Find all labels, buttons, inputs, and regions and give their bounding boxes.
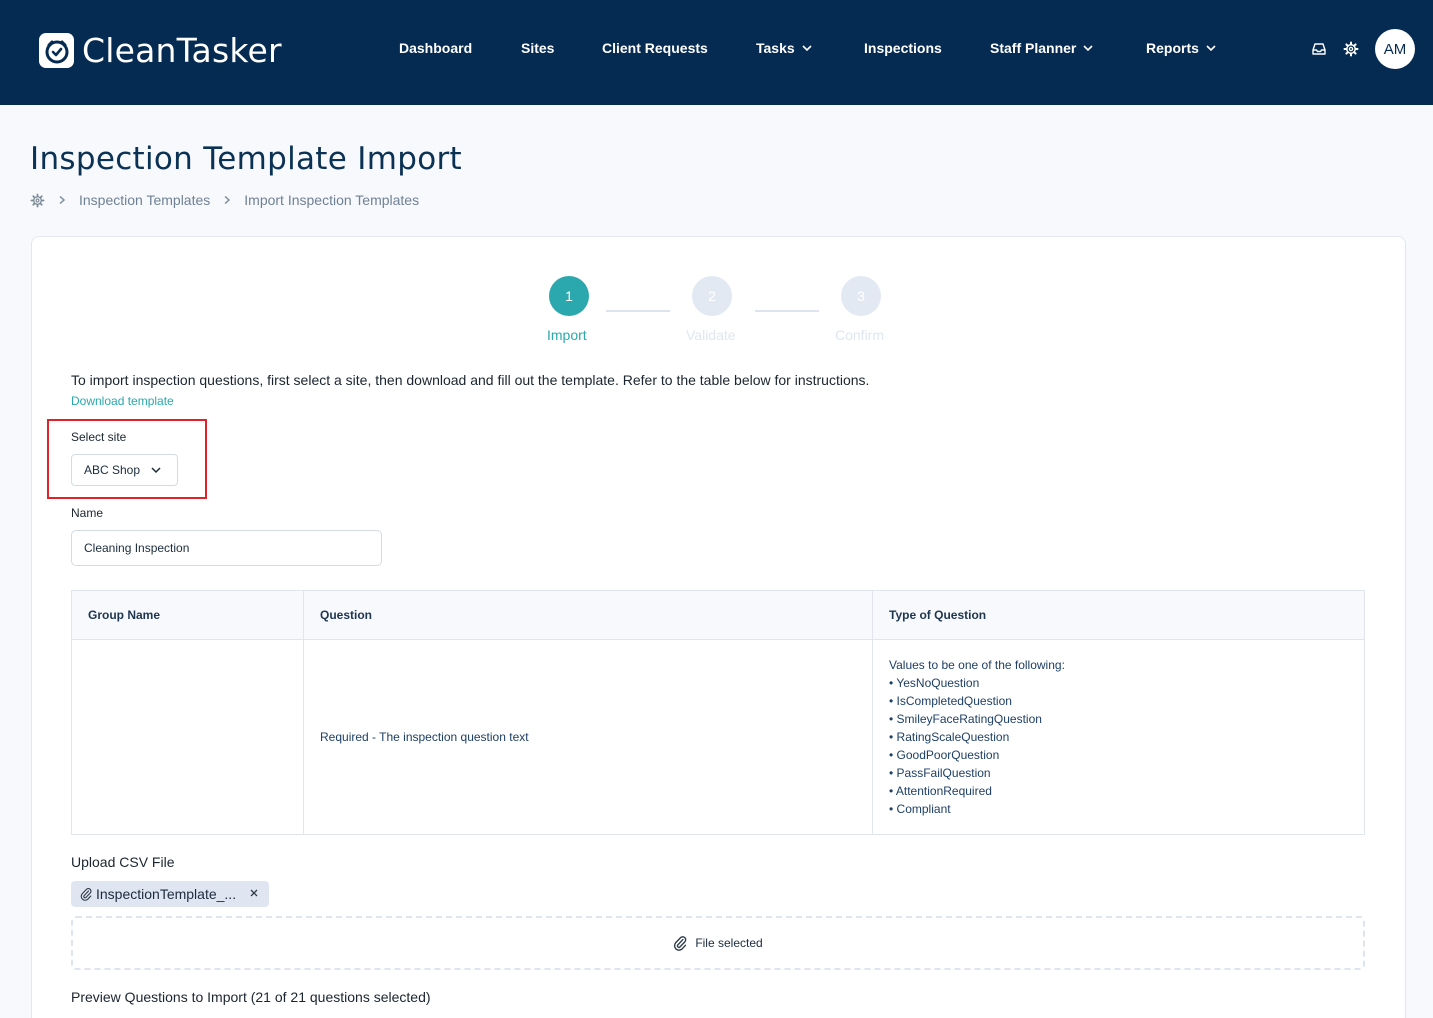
- chevron-down-icon: [151, 467, 161, 474]
- step-1-circle: 1: [549, 276, 589, 316]
- cell-question: Required - The inspection question text: [303, 639, 873, 835]
- breadcrumb-import-inspection-templates: Import Inspection Templates: [244, 192, 420, 208]
- nav-staff-planner-label: Staff Planner: [990, 40, 1077, 56]
- nav-sites[interactable]: Sites: [521, 40, 554, 56]
- list-item: YesNoQuestion: [889, 674, 1364, 692]
- preview-questions-heading: Preview Questions to Import (21 of 21 qu…: [71, 989, 431, 1005]
- list-item: AttentionRequired: [889, 782, 1364, 800]
- template-instructions-table: Group Name Question Type of Question Req…: [71, 590, 1365, 835]
- upload-csv-label: Upload CSV File: [71, 854, 175, 870]
- inbox-icon[interactable]: [1311, 41, 1327, 57]
- page-title: Inspection Template Import: [30, 141, 462, 177]
- list-item: Compliant: [889, 800, 1364, 818]
- gear-icon[interactable]: [30, 193, 45, 208]
- breadcrumb: Inspection Templates Import Inspection T…: [30, 192, 419, 208]
- nav-client-requests[interactable]: Client Requests: [602, 40, 708, 56]
- step-2-circle: 2: [692, 276, 732, 316]
- header-group-name: Group Name: [71, 590, 304, 640]
- paperclip-icon: [674, 936, 687, 951]
- brand-name: CleanTasker: [82, 31, 282, 70]
- site-select[interactable]: ABC Shop: [71, 454, 178, 486]
- user-avatar[interactable]: AM: [1375, 29, 1415, 69]
- selected-file-name: InspectionTemplate_...: [96, 886, 237, 902]
- selected-file-chip: InspectionTemplate_...: [71, 881, 269, 907]
- clock-check-logo-icon: [39, 33, 74, 68]
- step-3-label: Confirm: [835, 327, 885, 343]
- table-header-row: Group Name Question Type of Question: [71, 590, 1365, 640]
- nav-reports[interactable]: Reports: [1146, 40, 1217, 56]
- list-item: SmileyFaceRatingQuestion: [889, 710, 1364, 728]
- chevron-down-icon: [802, 45, 812, 52]
- nav-inspections[interactable]: Inspections: [864, 40, 942, 56]
- import-instructions: To import inspection questions, first se…: [71, 372, 870, 388]
- list-item: PassFailQuestion: [889, 764, 1364, 782]
- list-item: IsCompletedQuestion: [889, 692, 1364, 710]
- file-dropzone[interactable]: File selected: [71, 916, 1365, 970]
- top-navigation-bar: CleanTasker Dashboard Sites Client Reque…: [0, 0, 1433, 105]
- download-template-link[interactable]: Download template: [71, 394, 174, 408]
- nav-tasks-label: Tasks: [756, 40, 795, 56]
- step-3-circle: 3: [841, 276, 881, 316]
- nav-sites-label: Sites: [521, 40, 555, 56]
- paperclip-icon: [80, 888, 92, 901]
- chevron-down-icon: [1083, 45, 1093, 52]
- step-2-label: Validate: [686, 327, 736, 343]
- type-intro: Values to be one of the following:: [889, 658, 1065, 672]
- nav-inspections-label: Inspections: [864, 40, 942, 56]
- close-icon[interactable]: [248, 887, 260, 899]
- chevron-right-icon: [224, 195, 231, 205]
- step-connector: [606, 310, 670, 312]
- select-site-label: Select site: [71, 430, 127, 444]
- nav-reports-label: Reports: [1146, 40, 1199, 56]
- gear-icon[interactable]: [1343, 41, 1359, 57]
- header-question: Question: [303, 590, 873, 640]
- cell-type-of-question: Values to be one of the following: YesNo…: [872, 639, 1365, 835]
- breadcrumb-inspection-templates[interactable]: Inspection Templates: [79, 192, 210, 208]
- question-type-list: YesNoQuestion IsCompletedQuestion Smiley…: [889, 674, 1364, 818]
- chevron-right-icon: [59, 195, 66, 205]
- nav-staff-planner[interactable]: Staff Planner: [990, 40, 1094, 56]
- nav-dashboard-label: Dashboard: [399, 40, 473, 56]
- dropzone-text: File selected: [695, 936, 763, 950]
- chevron-down-icon: [1206, 45, 1216, 52]
- site-select-value: ABC Shop: [84, 463, 141, 477]
- list-item: GoodPoorQuestion: [889, 746, 1364, 764]
- header-type-of-question: Type of Question: [872, 590, 1365, 640]
- nav-client-requests-label: Client Requests: [602, 40, 708, 56]
- list-item: RatingScaleQuestion: [889, 728, 1364, 746]
- step-1-label: Import: [547, 327, 587, 343]
- nav-dashboard[interactable]: Dashboard: [399, 40, 472, 56]
- brand-logo[interactable]: CleanTasker: [39, 31, 282, 70]
- name-label: Name: [71, 506, 104, 520]
- step-connector: [755, 310, 819, 312]
- nav-tasks[interactable]: Tasks: [756, 40, 813, 56]
- table-row: Required - The inspection question text …: [71, 639, 1365, 835]
- cell-group-name: [71, 639, 304, 835]
- name-input[interactable]: [71, 530, 382, 566]
